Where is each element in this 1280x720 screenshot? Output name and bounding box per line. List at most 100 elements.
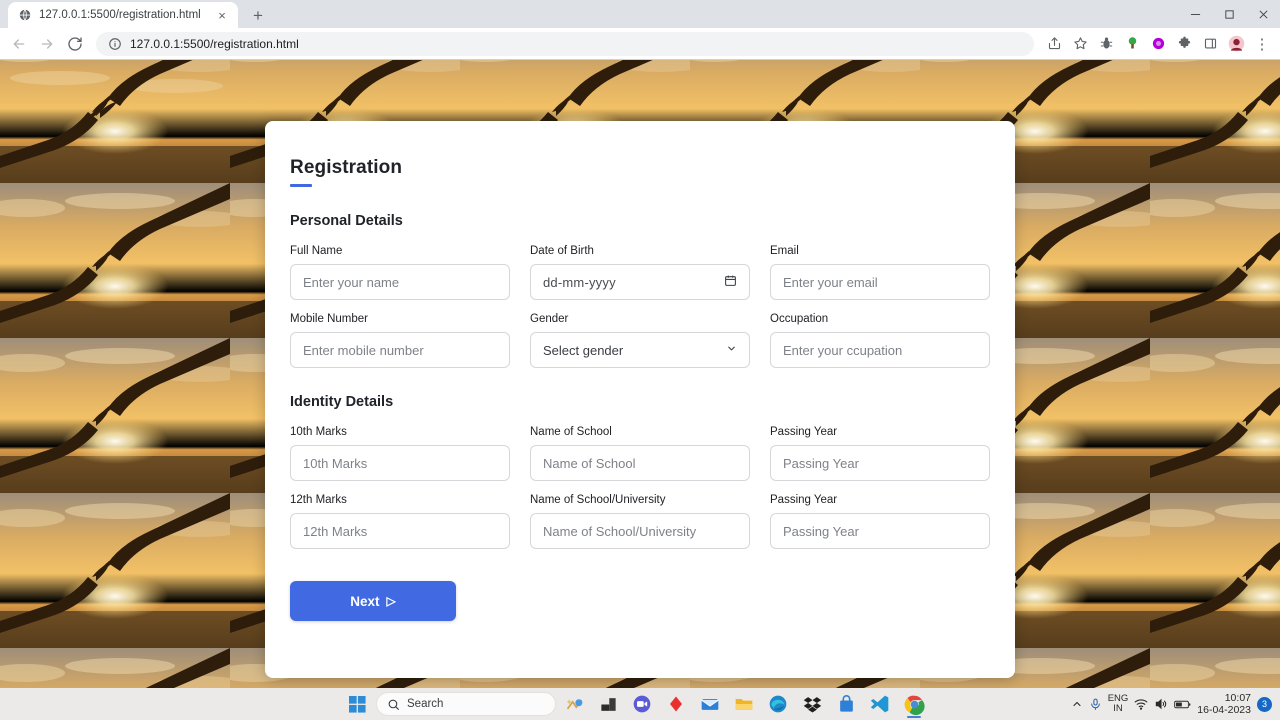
input-placeholder: Enter your name	[303, 274, 400, 290]
field-label: Occupation	[770, 313, 829, 325]
share-icon[interactable]	[1042, 32, 1066, 56]
twelfth-passing-year-input[interactable]: Passing Year	[770, 513, 990, 549]
field-label: Email	[770, 245, 799, 257]
field-twelfth-school: Name of School/University Name of School…	[530, 481, 750, 549]
section-heading-identity: Identity Details	[290, 394, 394, 410]
file-explorer-dark-icon[interactable]	[592, 689, 624, 719]
field-label: Passing Year	[770, 426, 838, 438]
browser-tab[interactable]: 127.0.0.1:5500/registration.html ×	[8, 2, 238, 28]
input-placeholder: Passing Year	[783, 455, 859, 471]
next-button[interactable]: Next ▷	[290, 581, 456, 621]
input-placeholder: 10th Marks	[303, 455, 368, 471]
mobile-number-input[interactable]: Enter mobile number	[290, 332, 510, 368]
close-icon[interactable]: ×	[214, 7, 230, 23]
input-placeholder: 12th Marks	[303, 523, 368, 539]
field-label: Gender	[530, 313, 569, 325]
field-email: Email Enter your email	[770, 232, 990, 300]
html-tree-icon[interactable]	[1120, 32, 1144, 56]
tenth-school-input[interactable]: Name of School	[530, 445, 750, 481]
forward-icon[interactable]	[34, 31, 60, 57]
page-title: Registration	[290, 157, 403, 178]
taskbar-search[interactable]: Search	[376, 692, 556, 716]
page-viewport: Registration Personal Details Full Name …	[0, 60, 1280, 688]
gender-select[interactable]: Select gender	[530, 332, 750, 368]
field-mobile-number: Mobile Number Enter mobile number	[290, 300, 510, 368]
tenth-marks-input[interactable]: 10th Marks	[290, 445, 510, 481]
input-placeholder: dd-mm-yyyy	[543, 274, 616, 290]
toolbar-extension-icons: ⋮	[1042, 32, 1274, 56]
bookmark-star-icon[interactable]	[1068, 32, 1092, 56]
folder-icon[interactable]	[728, 689, 760, 719]
search-icon	[388, 699, 399, 710]
chevron-down-icon[interactable]	[726, 343, 737, 357]
windows-start-icon[interactable]	[340, 689, 374, 719]
purple-circle-icon[interactable]	[1146, 32, 1170, 56]
bug-icon[interactable]	[1094, 32, 1118, 56]
date-of-birth-input[interactable]: dd-mm-yyyy	[530, 264, 750, 300]
new-tab-button[interactable]: +	[244, 2, 272, 28]
input-placeholder: Name of School/University	[543, 523, 697, 539]
url-text: 127.0.0.1:5500/registration.html	[130, 36, 299, 51]
clock[interactable]: 10:07 16-04-2023	[1197, 692, 1251, 716]
page-title-wrap: Registration	[290, 157, 990, 187]
vscode-icon[interactable]	[864, 689, 896, 719]
field-label: 12th Marks	[290, 494, 347, 506]
clock-date: 16-04-2023	[1197, 704, 1251, 716]
field-label: Date of Birth	[530, 245, 594, 257]
profile-avatar-icon[interactable]	[1224, 32, 1248, 56]
diamond-icon[interactable]	[660, 689, 692, 719]
copilot-icon[interactable]	[558, 689, 590, 719]
full-name-input[interactable]: Enter your name	[290, 264, 510, 300]
battery-icon[interactable]	[1174, 698, 1191, 711]
notification-badge[interactable]: 3	[1257, 696, 1272, 712]
field-label: Name of School	[530, 426, 612, 438]
background-tile	[0, 493, 230, 648]
field-tenth-school: Name of School Name of School	[530, 413, 750, 481]
field-date-of-birth: Date of Birth dd-mm-yyyy	[530, 232, 750, 300]
wifi-icon[interactable]	[1134, 697, 1148, 711]
mail-icon[interactable]	[694, 689, 726, 719]
twelfth-marks-input[interactable]: 12th Marks	[290, 513, 510, 549]
occupation-input[interactable]: Enter your ccupation	[770, 332, 990, 368]
address-bar[interactable]: 127.0.0.1:5500/registration.html	[96, 31, 1034, 56]
email-input[interactable]: Enter your email	[770, 264, 990, 300]
browser-window: 127.0.0.1:5500/registration.html × + 127…	[0, 0, 1280, 720]
sidepanel-icon[interactable]	[1198, 32, 1222, 56]
speaker-icon[interactable]	[1154, 697, 1168, 711]
input-placeholder: Enter your ccupation	[783, 342, 903, 358]
maximize-icon[interactable]	[1212, 0, 1246, 28]
tenth-passing-year-input[interactable]: Passing Year	[770, 445, 990, 481]
calendar-icon[interactable]	[724, 274, 737, 290]
store-icon[interactable]	[830, 689, 862, 719]
field-label: Full Name	[290, 245, 343, 257]
language-indicator[interactable]: ENG IN	[1108, 694, 1129, 714]
background-tile	[1150, 493, 1280, 648]
browser-menu-icon[interactable]: ⋮	[1250, 32, 1274, 56]
field-label: Mobile Number	[290, 313, 368, 325]
zoom-icon[interactable]	[626, 689, 658, 719]
edge-icon[interactable]	[762, 689, 794, 719]
taskbar-center: Search	[340, 689, 1071, 719]
chrome-icon[interactable]	[898, 689, 930, 719]
background-tile	[1150, 60, 1280, 183]
window-controls	[1178, 0, 1280, 28]
field-label: 10th Marks	[290, 426, 347, 438]
reload-icon[interactable]	[62, 31, 88, 57]
window-close-icon[interactable]	[1246, 0, 1280, 28]
minimize-icon[interactable]	[1178, 0, 1212, 28]
field-gender: Gender Select gender	[530, 300, 750, 368]
input-placeholder: Passing Year	[783, 523, 859, 539]
tray-overflow-chevron-icon[interactable]	[1071, 698, 1083, 710]
field-full-name: Full Name Enter your name	[290, 232, 510, 300]
background-tile	[0, 183, 230, 338]
back-icon[interactable]	[6, 31, 32, 57]
field-label: Name of School/University	[530, 494, 666, 506]
dropbox-icon[interactable]	[796, 689, 828, 719]
site-info-icon[interactable]	[108, 37, 122, 51]
puzzle-extensions-icon[interactable]	[1172, 32, 1196, 56]
mic-icon[interactable]	[1089, 698, 1102, 711]
twelfth-school-input[interactable]: Name of School/University	[530, 513, 750, 549]
globe-icon	[18, 8, 32, 22]
field-tenth-marks: 10th Marks 10th Marks	[290, 413, 510, 481]
tab-strip: 127.0.0.1:5500/registration.html × +	[0, 0, 1280, 28]
